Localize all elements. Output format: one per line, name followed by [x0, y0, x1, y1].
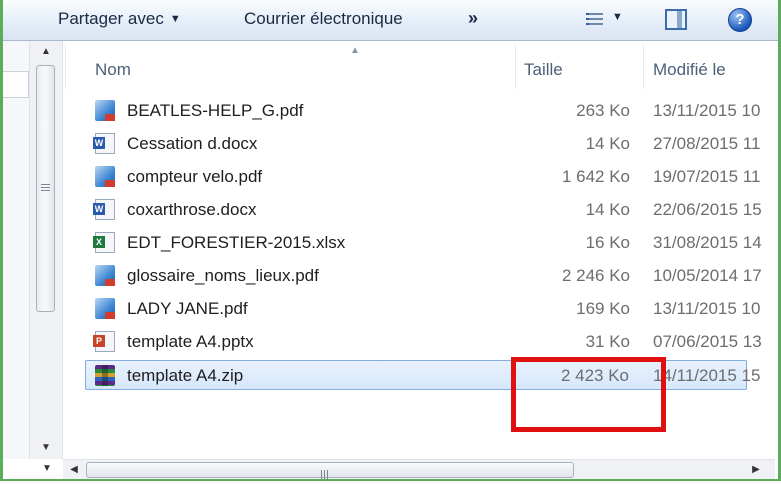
change-view-button[interactable]: ▼: [586, 9, 626, 31]
scroll-grip-icon: [321, 466, 330, 479]
file-size: 263 Ko: [576, 101, 630, 120]
file-row[interactable]: Cessation d.docx 14 Ko 27/08/2015 11: [85, 129, 781, 159]
scroll-down-arrow-icon[interactable]: ▼: [36, 459, 58, 479]
powerpoint-presentation-icon: [93, 331, 115, 352]
file-name: EDT_FORESTIER-2015.xlsx: [127, 233, 346, 252]
file-name: template A4.pptx: [127, 332, 254, 351]
navigation-pane: [3, 41, 30, 459]
scroll-down-arrow-icon[interactable]: ▼: [30, 437, 62, 459]
file-size: 31 Ko: [585, 332, 630, 351]
sort-ascending-icon: ▲: [350, 45, 360, 56]
pdf-file-icon: [95, 298, 115, 319]
file-name: template A4.zip: [127, 366, 244, 385]
annotation-highlight-box: [511, 357, 666, 432]
file-row[interactable]: template A4.pptx 31 Ko 07/06/2015 13: [85, 327, 781, 357]
file-modified-date: 19/07/2015 11: [653, 167, 761, 186]
file-modified-date: 07/06/2015 13: [653, 332, 762, 351]
excel-spreadsheet-icon: [93, 232, 115, 253]
winrar-archive-icon: [95, 365, 115, 386]
file-name: BEATLES-HELP_G.pdf: [127, 101, 304, 120]
column-header-row: Nom ▲ Taille Modifié le: [63, 41, 775, 93]
pdf-file-icon: [95, 265, 115, 286]
file-row[interactable]: glossaire_noms_lieux.pdf 2 246 Ko 10/05/20…: [85, 261, 781, 291]
file-row[interactable]: coxarthrose.docx 14 Ko 22/06/2015 15: [85, 195, 781, 225]
pdf-file-icon: [95, 100, 115, 121]
email-label: Courrier électronique: [244, 9, 403, 28]
pdf-file-icon: [95, 166, 115, 187]
navigation-pane-item[interactable]: [3, 71, 29, 98]
horizontal-scrollbar[interactable]: ◀ ▶: [63, 459, 775, 480]
file-name: compteur velo.pdf: [127, 167, 263, 186]
file-size: 169 Ko: [576, 299, 630, 318]
file-name: coxarthrose.docx: [127, 200, 257, 219]
file-size: 14 Ko: [585, 200, 630, 219]
scroll-up-arrow-icon[interactable]: ▲: [30, 41, 62, 63]
vertical-scroll-thumb[interactable]: [36, 65, 55, 312]
word-document-icon: [93, 199, 115, 220]
file-name: glossaire_noms_lieux.pdf: [127, 266, 319, 285]
file-row[interactable]: EDT_FORESTIER-2015.xlsx 16 Ko 31/08/2015 1…: [85, 228, 781, 258]
file-row[interactable]: compteur velo.pdf 1 642 Ko 19/07/2015 11: [85, 162, 781, 192]
scroll-grip-icon: [41, 182, 50, 193]
file-modified-date: 13/11/2015 10: [653, 101, 761, 120]
preview-pane-button[interactable]: [665, 9, 687, 30]
file-name: Cessation d.docx: [127, 134, 258, 153]
email-button[interactable]: Courrier électronique: [244, 9, 403, 29]
file-size: 14 Ko: [585, 134, 630, 153]
more-commands-button[interactable]: »: [468, 8, 478, 29]
word-document-icon: [93, 133, 115, 154]
file-modified-date: 27/08/2015 11: [653, 134, 761, 153]
dropdown-arrow-icon: ▼: [169, 13, 181, 25]
details-view-icon: [586, 12, 603, 28]
share-with-label: Partager avec: [58, 9, 164, 28]
help-button[interactable]: ?: [728, 8, 752, 32]
file-size: 16 Ko: [585, 233, 630, 252]
scroll-left-arrow-icon[interactable]: ◀: [63, 460, 85, 480]
column-header-size[interactable]: Taille: [524, 60, 563, 80]
file-modified-date: 31/08/2015 14: [653, 233, 762, 252]
column-header-modified[interactable]: Modifié le: [653, 60, 726, 80]
file-modified-date: 22/06/2015 15: [653, 200, 762, 219]
file-modified-date: 13/11/2015 10: [653, 299, 761, 318]
horizontal-scroll-thumb[interactable]: [86, 462, 574, 479]
command-bar: Partager avec ▼ Courrier électronique » ▼…: [0, 0, 781, 41]
file-row[interactable]: LADY JANE.pdf 169 Ko 13/11/2015 10: [85, 294, 781, 324]
file-name: LADY JANE.pdf: [127, 299, 248, 318]
scroll-right-arrow-icon[interactable]: ▶: [745, 460, 767, 480]
vertical-scrollbar[interactable]: ▲ ▼: [30, 41, 63, 459]
file-size: 2 246 Ko: [561, 266, 630, 285]
file-modified-date: 10/05/2014 17: [653, 266, 762, 285]
file-row[interactable]: BEATLES-HELP_G.pdf 263 Ko 13/11/2015 10: [85, 96, 781, 126]
column-header-name[interactable]: Nom: [95, 60, 131, 80]
file-modified-date: 14/11/2015 15: [653, 366, 761, 385]
share-with-menu[interactable]: Partager avec ▼: [58, 9, 181, 29]
file-size: 1 642 Ko: [561, 167, 630, 186]
view-dropdown-arrow-icon: ▼: [612, 11, 623, 23]
